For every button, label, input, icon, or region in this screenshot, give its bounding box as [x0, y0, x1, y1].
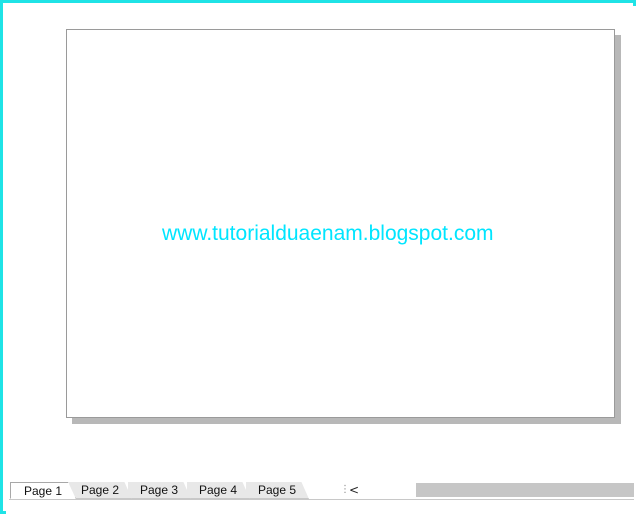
drawing-workspace[interactable]: www.tutorialduaenam.blogspot.com [6, 6, 636, 480]
window-frame: www.tutorialduaenam.blogspot.com Page 5 … [0, 0, 636, 514]
watermark-text: www.tutorialduaenam.blogspot.com [162, 222, 494, 245]
vertical-dots-icon[interactable]: ⋮ [340, 483, 350, 497]
tab-page-1[interactable]: Page 1 [10, 482, 76, 499]
tab-page-3[interactable]: Page 3 [128, 482, 191, 499]
drawing-page[interactable]: www.tutorialduaenam.blogspot.com [66, 29, 615, 418]
chevron-left-icon[interactable]: < [346, 482, 362, 498]
horizontal-scrollbar-thumb[interactable] [416, 483, 634, 497]
tab-page-2[interactable]: Page 2 [69, 482, 132, 499]
tab-page-4[interactable]: Page 4 [187, 482, 250, 499]
tab-page-5[interactable]: Page 5 [246, 482, 309, 499]
tab-baseline [9, 499, 634, 500]
page-tab-bar: Page 5 Page 4 Page 3 Page 2 Page 1 ⋮ < [6, 480, 636, 514]
